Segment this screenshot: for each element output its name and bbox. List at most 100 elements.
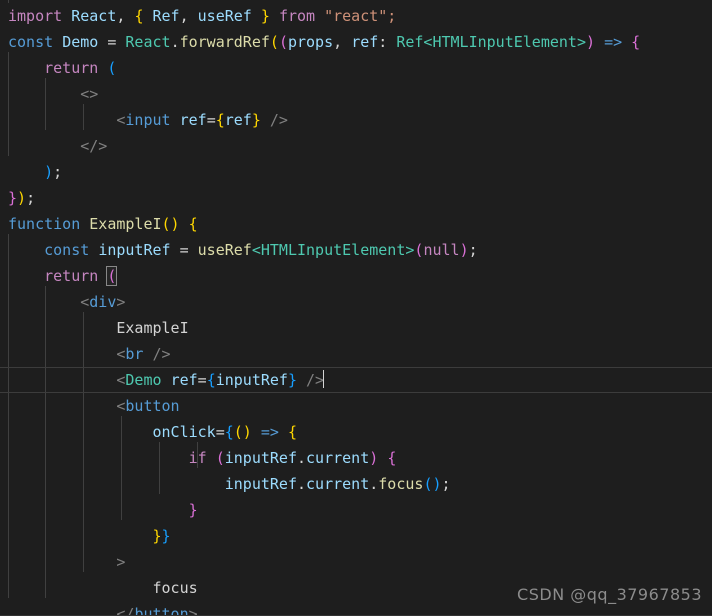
token-react-namespace: React: [125, 33, 171, 51]
token-generic-type: <HTMLInputElement>: [251, 241, 415, 259]
token-brace-open: {: [134, 7, 144, 25]
token-paren-close: ): [586, 33, 596, 51]
token-demo-identifier: Demo: [62, 33, 99, 51]
code-line[interactable]: import React, { Ref, useRef } from "reac…: [0, 3, 712, 29]
token-equals: =: [197, 371, 207, 389]
token-keyword-from: from: [278, 7, 316, 25]
token-keyword-return: return: [44, 267, 99, 285]
csdn-watermark: CSDN @qq_37967853: [517, 585, 702, 604]
code-line[interactable]: >: [0, 549, 712, 575]
token-brace-close: }: [287, 371, 297, 389]
code-line[interactable]: const Demo = React.forwardRef((props, re…: [0, 29, 712, 55]
code-line[interactable]: inputRef.current.focus();: [0, 471, 712, 497]
code-line[interactable]: <input ref={ref} />: [0, 107, 712, 133]
token-brace-open-2: {: [287, 423, 297, 441]
token-brace-open: {: [206, 371, 216, 389]
token-current-property: current: [306, 475, 370, 493]
token-useref-call: useRef: [197, 241, 252, 259]
token-brace-close-2: }: [161, 527, 171, 545]
token-dot: .: [297, 449, 307, 467]
token-current-property: current: [306, 449, 370, 467]
token-props-param: props: [287, 33, 334, 51]
code-line[interactable]: return (: [0, 55, 712, 81]
token-paren-l2: (: [278, 33, 288, 51]
token-demo-component: Demo: [125, 371, 162, 389]
token-colon: :: [378, 33, 388, 51]
token-brace-close: }: [188, 501, 198, 519]
code-line[interactable]: onClick={() => {: [0, 419, 712, 445]
token-function-name: ExampleI: [89, 215, 162, 233]
code-line[interactable]: }: [0, 497, 712, 523]
token-arrow: =>: [604, 33, 623, 51]
token-paren-open-matched: (: [106, 266, 118, 286]
code-line[interactable]: <div>: [0, 289, 712, 315]
token-inputref-identifier: inputRef: [224, 449, 297, 467]
token-fragment-open: <>: [80, 85, 99, 103]
token-parens: (): [161, 215, 180, 233]
token-keyword-return: return: [44, 59, 99, 77]
token-keyword-const: const: [44, 241, 90, 259]
token-semicolon: ;: [441, 475, 451, 493]
text-cursor: [323, 370, 325, 388]
code-line-current[interactable]: <Demo ref={inputRef} />: [0, 367, 712, 393]
token-keyword-function: function: [8, 215, 81, 233]
token-paren-close: ): [44, 163, 54, 181]
token-inputref-identifier: inputRef: [224, 475, 297, 493]
token-div-tag: div: [89, 293, 117, 311]
token-paren-l1: (: [269, 33, 279, 51]
code-line[interactable]: <>: [0, 81, 712, 107]
token-keyword-if: if: [188, 449, 207, 467]
code-line[interactable]: return (: [0, 263, 712, 289]
token-brace-close: }: [251, 111, 261, 129]
token-paren-open: (: [107, 59, 117, 77]
token-brace-close-1: }: [152, 527, 162, 545]
token-angle-close: >: [116, 553, 126, 571]
token-ref-value: ref: [224, 111, 252, 129]
code-line[interactable]: </>: [0, 133, 712, 159]
code-editor[interactable]: import React, { Ref, useRef } from "reac…: [0, 0, 712, 616]
token-angle-open: <: [80, 293, 90, 311]
token-paren-close: ): [369, 449, 379, 467]
code-content[interactable]: import React, { Ref, useRef } from "reac…: [0, 3, 712, 616]
token-semicolon: ;: [53, 163, 63, 181]
token-paren-close: ): [17, 189, 27, 207]
token-parens: (): [233, 423, 252, 441]
token-parens: (): [423, 475, 442, 493]
token-self-close: />: [306, 371, 325, 389]
token-brace-open: {: [631, 33, 641, 51]
token-keyword-import: import: [8, 7, 63, 25]
token-equals: =: [206, 111, 216, 129]
token-onclick-attribute: onClick: [152, 423, 216, 441]
token-comma: ,: [116, 7, 126, 25]
token-brace-open: {: [215, 111, 225, 129]
token-ref-param: ref: [351, 33, 379, 51]
token-jsx-text: focus: [152, 579, 198, 597]
token-self-close: />: [269, 111, 288, 129]
code-line[interactable]: <br />: [0, 341, 712, 367]
token-semicolon: ;: [26, 189, 36, 207]
code-line[interactable]: ExampleI: [0, 315, 712, 341]
token-semicolon: ;: [468, 241, 478, 259]
token-equals: =: [215, 423, 225, 441]
token-angle-close: >: [116, 293, 126, 311]
token-paren-open: (: [215, 449, 225, 467]
token-dot-2: .: [369, 475, 379, 493]
token-ref-attribute: ref: [179, 111, 207, 129]
token-ref-type: Ref<HTMLInputElement>: [396, 33, 586, 51]
code-line[interactable]: function ExampleI() {: [0, 211, 712, 237]
code-line[interactable]: );: [0, 159, 712, 185]
code-line[interactable]: }}: [0, 523, 712, 549]
code-line[interactable]: if (inputRef.current) {: [0, 445, 712, 471]
token-brace-close: }: [260, 7, 270, 25]
code-line[interactable]: <button: [0, 393, 712, 419]
token-null-literal: null: [423, 241, 460, 259]
token-brace-close: }: [8, 189, 18, 207]
token-comma-2: ,: [179, 7, 189, 25]
token-equals: =: [107, 33, 117, 51]
token-brace-open: {: [387, 449, 397, 467]
token-brace-open: {: [224, 423, 234, 441]
token-equals: =: [179, 241, 189, 259]
code-line[interactable]: const inputRef = useRef<HTMLInputElement…: [0, 237, 712, 263]
token-input-tag: input: [125, 111, 171, 129]
code-line[interactable]: });: [0, 185, 712, 211]
